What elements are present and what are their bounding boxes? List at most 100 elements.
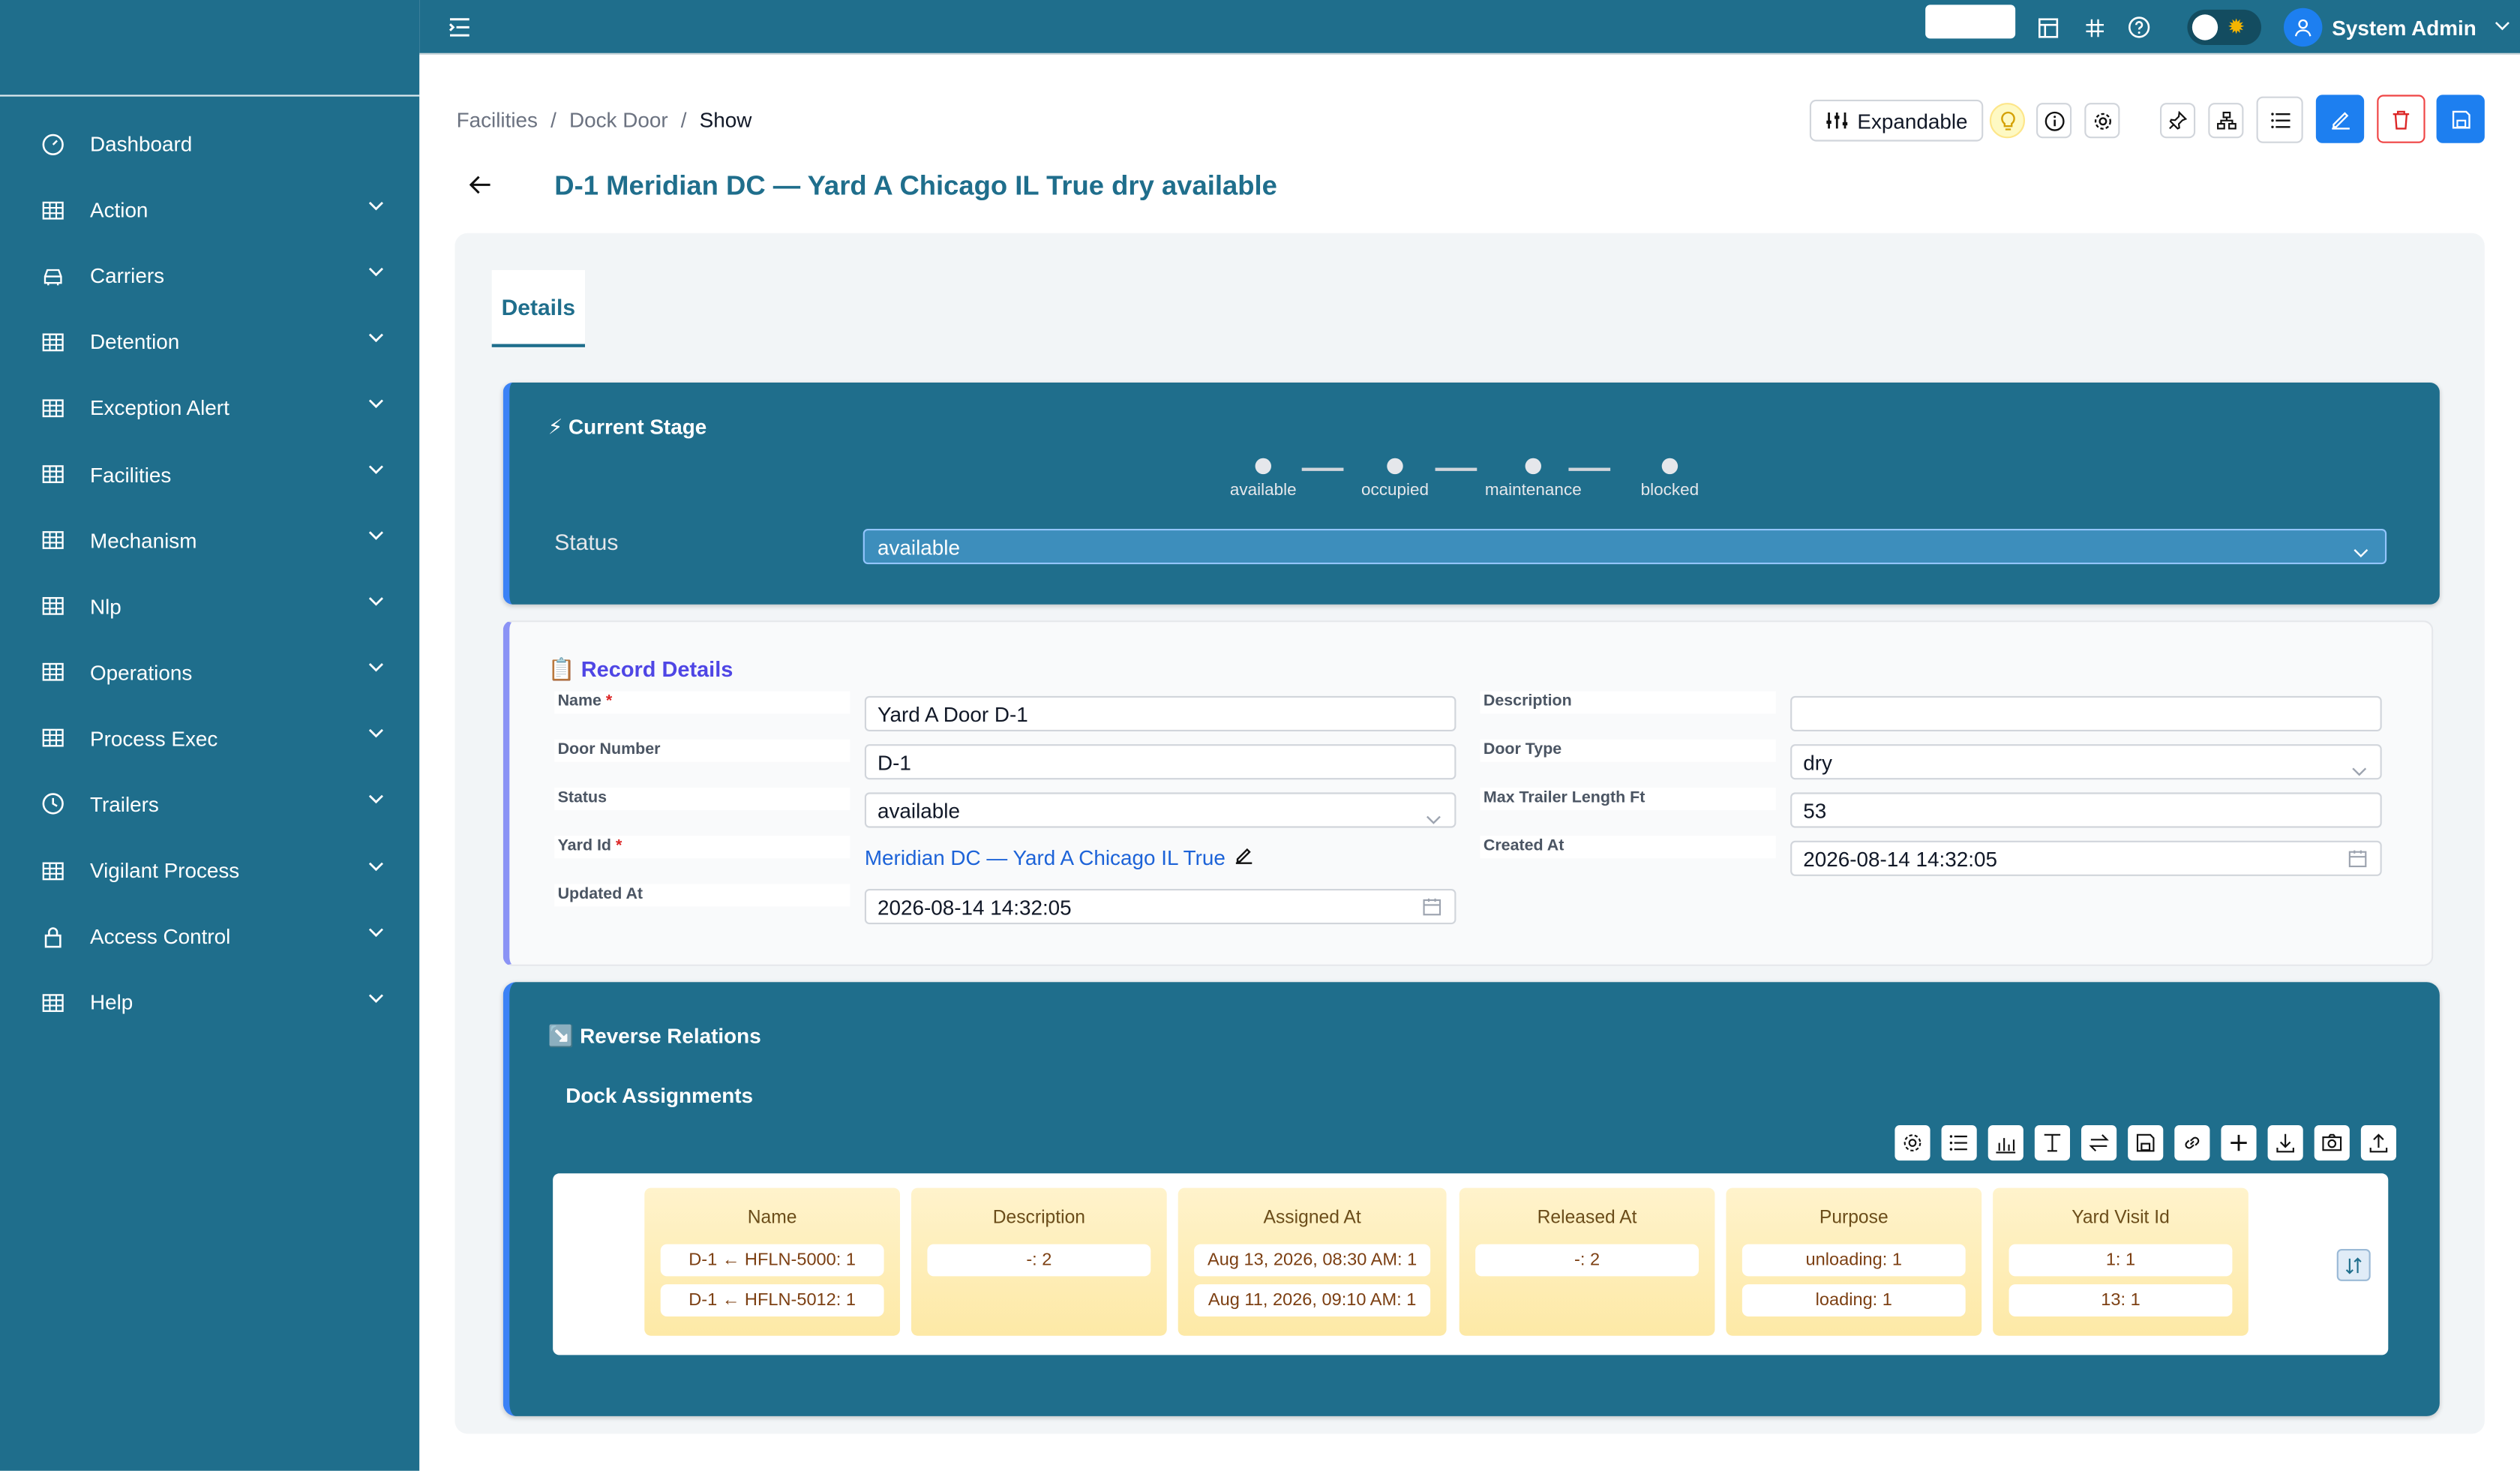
max-trailer-length-field[interactable]: 53 — [1790, 792, 2382, 828]
sidebar-item-access-control[interactable]: Access Control — [0, 904, 419, 970]
plus-icon[interactable] — [2221, 1125, 2257, 1161]
header-search-box[interactable] — [1925, 5, 2016, 39]
column-header[interactable]: Yard Visit Id — [1993, 1208, 2248, 1231]
gear-icon[interactable] — [1894, 1125, 1930, 1161]
table-cell[interactable]: D-1 ← HFLN-5000: 1 — [660, 1244, 884, 1277]
delete-button[interactable] — [2377, 95, 2426, 143]
step-label: maintenance — [1484, 480, 1582, 500]
column-assigned-at: Assigned At Aug 13, 2026, 08:30 AM: 1 Aug … — [1178, 1187, 1447, 1336]
table-cell[interactable]: unloading: 1 — [1742, 1244, 1966, 1277]
status-select[interactable]: available — [864, 792, 1456, 828]
column-header[interactable]: Purpose — [1726, 1208, 1982, 1231]
step-occupied[interactable]: occupied — [1330, 458, 1459, 500]
sidebar-item-help[interactable]: Help — [0, 970, 419, 1036]
step-blocked[interactable]: blocked — [1606, 458, 1734, 500]
user-name[interactable]: System Admin — [2332, 14, 2476, 40]
chevron-down-icon[interactable] — [368, 332, 388, 352]
table-cell[interactable]: loading: 1 — [1742, 1284, 1966, 1316]
sidebar-item-trailers[interactable]: Trailers — [0, 771, 419, 837]
menu-toggle-icon[interactable] — [447, 14, 472, 40]
grid-icon[interactable] — [2081, 14, 2107, 40]
upload-icon[interactable] — [2360, 1125, 2396, 1161]
calendar-icon[interactable] — [1422, 897, 1442, 921]
sidebar-item-action[interactable]: Action — [0, 177, 419, 243]
pin-icon[interactable] — [2160, 103, 2196, 139]
sidebar-item-nlp[interactable]: Nlp — [0, 573, 419, 639]
sidebar-item-facilities[interactable]: Facilities — [0, 441, 419, 507]
theme-toggle[interactable]: ✹ — [2187, 9, 2261, 45]
updated-at-field[interactable]: 2026-08-14 14:32:05 — [864, 889, 1456, 925]
download-icon[interactable] — [2267, 1125, 2303, 1161]
description-field[interactable] — [1790, 695, 2382, 731]
edit-button[interactable] — [2315, 95, 2365, 143]
gear-icon[interactable] — [2084, 103, 2120, 139]
pencil-icon[interactable] — [1235, 845, 1255, 869]
sidebar-item-label: Facilities — [90, 462, 172, 487]
camera-icon[interactable] — [2314, 1125, 2350, 1161]
save-icon[interactable] — [2128, 1125, 2164, 1161]
expandable-button[interactable]: Expandable — [1809, 99, 1984, 142]
chevron-down-icon[interactable] — [368, 861, 388, 881]
list-icon[interactable] — [1941, 1125, 1977, 1161]
bar-chart-icon[interactable] — [1988, 1125, 2024, 1161]
table-cell[interactable]: Aug 11, 2026, 09:10 AM: 1 — [1194, 1284, 1431, 1316]
column-header[interactable]: Assigned At — [1178, 1208, 1447, 1231]
name-field[interactable]: Yard A Door D-1 — [864, 695, 1456, 731]
avatar[interactable] — [2284, 8, 2323, 47]
step-available[interactable]: available — [1199, 458, 1328, 500]
table-cell[interactable]: 13: 1 — [2008, 1284, 2233, 1316]
chevron-down-icon[interactable] — [368, 927, 388, 947]
list-icon[interactable] — [2256, 96, 2303, 143]
sidebar-item-operations[interactable]: Operations — [0, 639, 419, 705]
sort-icon[interactable] — [2336, 1249, 2371, 1281]
door-number-field[interactable]: D-1 — [864, 744, 1456, 780]
calendar-icon[interactable] — [2348, 848, 2368, 872]
breadcrumb-facilities[interactable]: Facilities — [457, 108, 538, 132]
tab-details[interactable]: Details — [491, 270, 585, 347]
yard-id-link[interactable]: Meridian DC — Yard A Chicago IL True — [865, 845, 1255, 869]
stage-status-select[interactable]: available — [862, 529, 2387, 565]
chevron-down-icon[interactable] — [368, 200, 388, 220]
sidebar-item-mechanism[interactable]: Mechanism — [0, 507, 419, 573]
column-header[interactable]: Description — [911, 1208, 1167, 1231]
back-arrow-icon[interactable] — [466, 170, 495, 200]
table-cell[interactable]: -: 2 — [1475, 1244, 1699, 1277]
text-height-icon[interactable] — [2034, 1125, 2070, 1161]
link-icon[interactable] — [2174, 1125, 2210, 1161]
sidebar-item-label: Access Control — [90, 924, 231, 949]
table-cell[interactable]: 1: 1 — [2008, 1244, 2233, 1277]
chevron-down-icon[interactable] — [368, 795, 388, 815]
sidebar-item-detention[interactable]: Detention — [0, 309, 419, 375]
chevron-down-icon[interactable] — [368, 729, 388, 749]
help-circle-icon[interactable] — [2126, 14, 2152, 40]
chevron-down-icon[interactable] — [368, 398, 388, 418]
step-maintenance[interactable]: maintenance — [1469, 458, 1598, 500]
sidebar-item-vigilant-process[interactable]: Vigilant Process — [0, 837, 419, 903]
chevron-down-icon[interactable] — [368, 530, 388, 550]
info-icon[interactable] — [2036, 103, 2072, 139]
created-at-field[interactable]: 2026-08-14 14:32:05 — [1790, 840, 2382, 876]
chevron-down-icon[interactable] — [368, 464, 388, 484]
layout-icon[interactable] — [2035, 14, 2060, 40]
column-header[interactable]: Released At — [1460, 1208, 1715, 1231]
door-type-select[interactable]: dry — [1790, 744, 2382, 780]
column-header[interactable]: Name — [644, 1208, 900, 1231]
chevron-down-icon[interactable] — [2493, 16, 2512, 35]
sidebar-item-process-exec[interactable]: Process Exec — [0, 705, 419, 771]
swap-icon[interactable] — [2081, 1125, 2117, 1161]
bulb-icon[interactable] — [1989, 103, 2025, 139]
chevron-down-icon[interactable] — [368, 993, 388, 1013]
chevron-down-icon[interactable] — [368, 596, 388, 616]
yard-id-value[interactable]: Meridian DC — Yard A Chicago IL True — [865, 845, 1226, 869]
save-button[interactable] — [2436, 95, 2485, 143]
sidebar-item-exception-alert[interactable]: Exception Alert — [0, 375, 419, 441]
chevron-down-icon[interactable] — [368, 662, 388, 682]
sidebar-item-dashboard[interactable]: Dashboard — [0, 111, 419, 177]
breadcrumb-dock-door[interactable]: Dock Door — [569, 108, 668, 132]
sidebar-item-carriers[interactable]: Carriers — [0, 243, 419, 309]
sitemap-icon[interactable] — [2208, 103, 2244, 139]
table-cell[interactable]: Aug 13, 2026, 08:30 AM: 1 — [1194, 1244, 1431, 1277]
table-cell[interactable]: -: 2 — [927, 1244, 1151, 1277]
table-cell[interactable]: D-1 ← HFLN-5012: 1 — [660, 1284, 884, 1316]
chevron-down-icon[interactable] — [368, 266, 388, 286]
